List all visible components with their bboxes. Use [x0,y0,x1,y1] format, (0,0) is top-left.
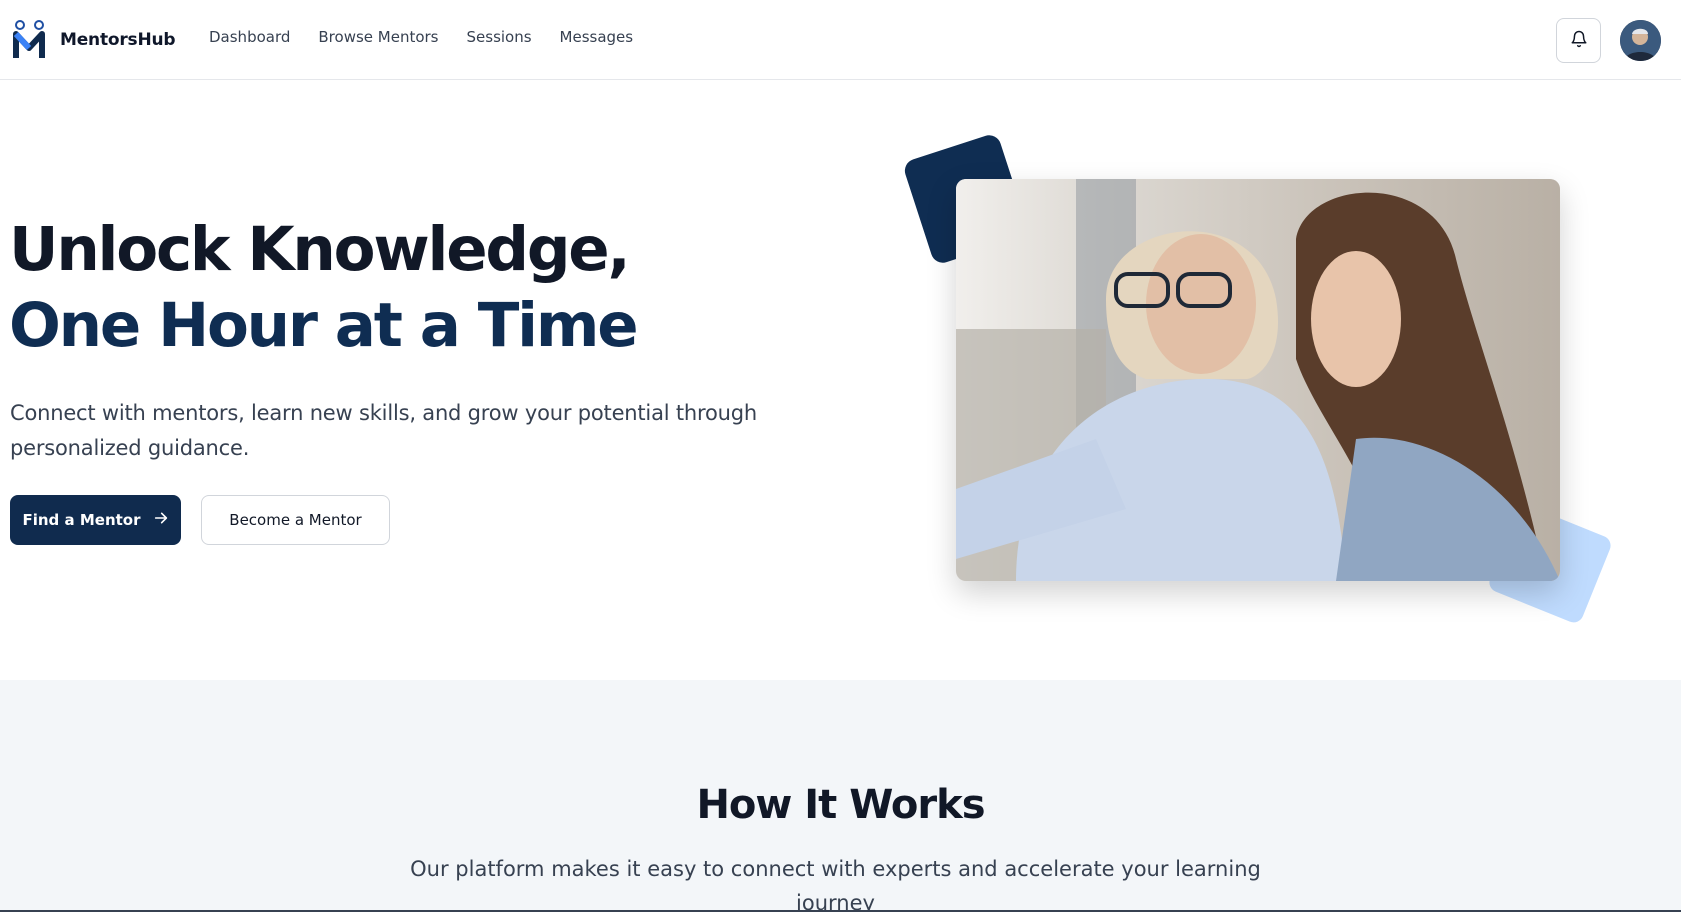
mentorshub-logo-icon [12,20,46,60]
hero-image-mentoring [956,179,1560,581]
brand-name: MentorsHub [60,30,176,50]
how-it-works-title: How It Works [696,782,985,828]
hero-title-accent: One Hour at a Time [9,290,639,361]
top-navigation-bar: MentorsHub Dashboard Browse Mentors Sess… [0,0,1681,80]
brand-logo[interactable]: MentorsHub [12,20,176,60]
bell-icon [1570,30,1588,51]
find-mentor-button[interactable]: Find a Mentor [10,495,181,545]
main-nav: Dashboard Browse Mentors Sessions Messag… [209,28,633,46]
become-mentor-label: Become a Mentor [229,511,362,529]
become-mentor-button[interactable]: Become a Mentor [201,495,390,545]
arrow-right-icon [153,510,169,530]
nav-browse-mentors[interactable]: Browse Mentors [318,28,438,46]
hero-subtitle: Connect with mentors, learn new skills, … [10,401,757,460]
hero-title: Unlock Knowledge, One Hour at a Time [9,212,769,364]
nav-messages[interactable]: Messages [560,28,634,46]
nav-dashboard[interactable]: Dashboard [209,28,290,46]
user-avatar[interactable] [1620,20,1661,61]
nav-sessions[interactable]: Sessions [467,28,532,46]
how-it-works-subtitle: Our platform makes it easy to connect wi… [410,857,1261,912]
notifications-button[interactable] [1556,18,1601,63]
find-mentor-label: Find a Mentor [22,511,141,529]
hero-title-main: Unlock Knowledge, [9,214,631,285]
